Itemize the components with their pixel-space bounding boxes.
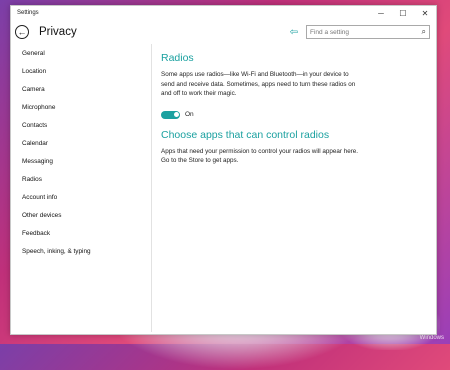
settings-window: Settings ─ ☐ ✕ ← Privacy ⇦ ⌕ General Loc… [10,5,437,335]
toggle-knob [173,112,179,118]
maximize-button[interactable]: ☐ [392,6,414,20]
search-icon[interactable]: ⌕ [422,27,426,37]
main-content: Radios Some apps use radios—like Wi-Fi a… [152,44,436,332]
radios-toggle[interactable] [161,110,180,119]
sidebar-item-speech[interactable]: Speech, inking, & typing [11,243,151,261]
back-arrow-icon: ← [17,27,27,37]
sidebar-item-microphone[interactable]: Microphone [11,99,151,117]
settings-body: General Location Camera Microphone Conta… [11,44,436,332]
sidebar-item-account-info[interactable]: Account info [11,189,151,207]
desktop-watermark: Windows [419,335,444,341]
minimize-button[interactable]: ─ [370,6,392,20]
page-title: Privacy [39,26,77,38]
page-header: ← Privacy ⇦ ⌕ [11,20,436,44]
radios-toggle-row: On [161,110,436,119]
apps-description: Apps that need your permission to contro… [161,147,359,165]
pin-icon[interactable]: ⇦ [290,27,298,38]
sidebar-item-general[interactable]: General [11,45,151,63]
sidebar-item-location[interactable]: Location [11,63,151,81]
window-title: Settings [17,10,39,16]
sidebar-item-calendar[interactable]: Calendar [11,135,151,153]
sidebar-item-camera[interactable]: Camera [11,81,151,99]
toggle-state-label: On [185,111,194,119]
title-bar[interactable]: Settings ─ ☐ ✕ [11,6,436,20]
sidebar-item-contacts[interactable]: Contacts [11,117,151,135]
sidebar-item-radios[interactable]: Radios [11,171,151,189]
apps-heading: Choose apps that can control radios [161,128,330,141]
radios-description: Some apps use radios—like Wi-Fi and Blue… [161,71,356,98]
sidebar-item-messaging[interactable]: Messaging [11,153,151,171]
back-button[interactable]: ← [15,25,29,39]
radios-heading: Radios [161,52,194,64]
sidebar: General Location Camera Microphone Conta… [11,44,152,332]
search-input[interactable] [310,28,422,36]
search-box[interactable]: ⌕ [306,25,430,39]
close-button[interactable]: ✕ [414,6,436,20]
sidebar-item-feedback[interactable]: Feedback [11,225,151,243]
sidebar-item-other-devices[interactable]: Other devices [11,207,151,225]
